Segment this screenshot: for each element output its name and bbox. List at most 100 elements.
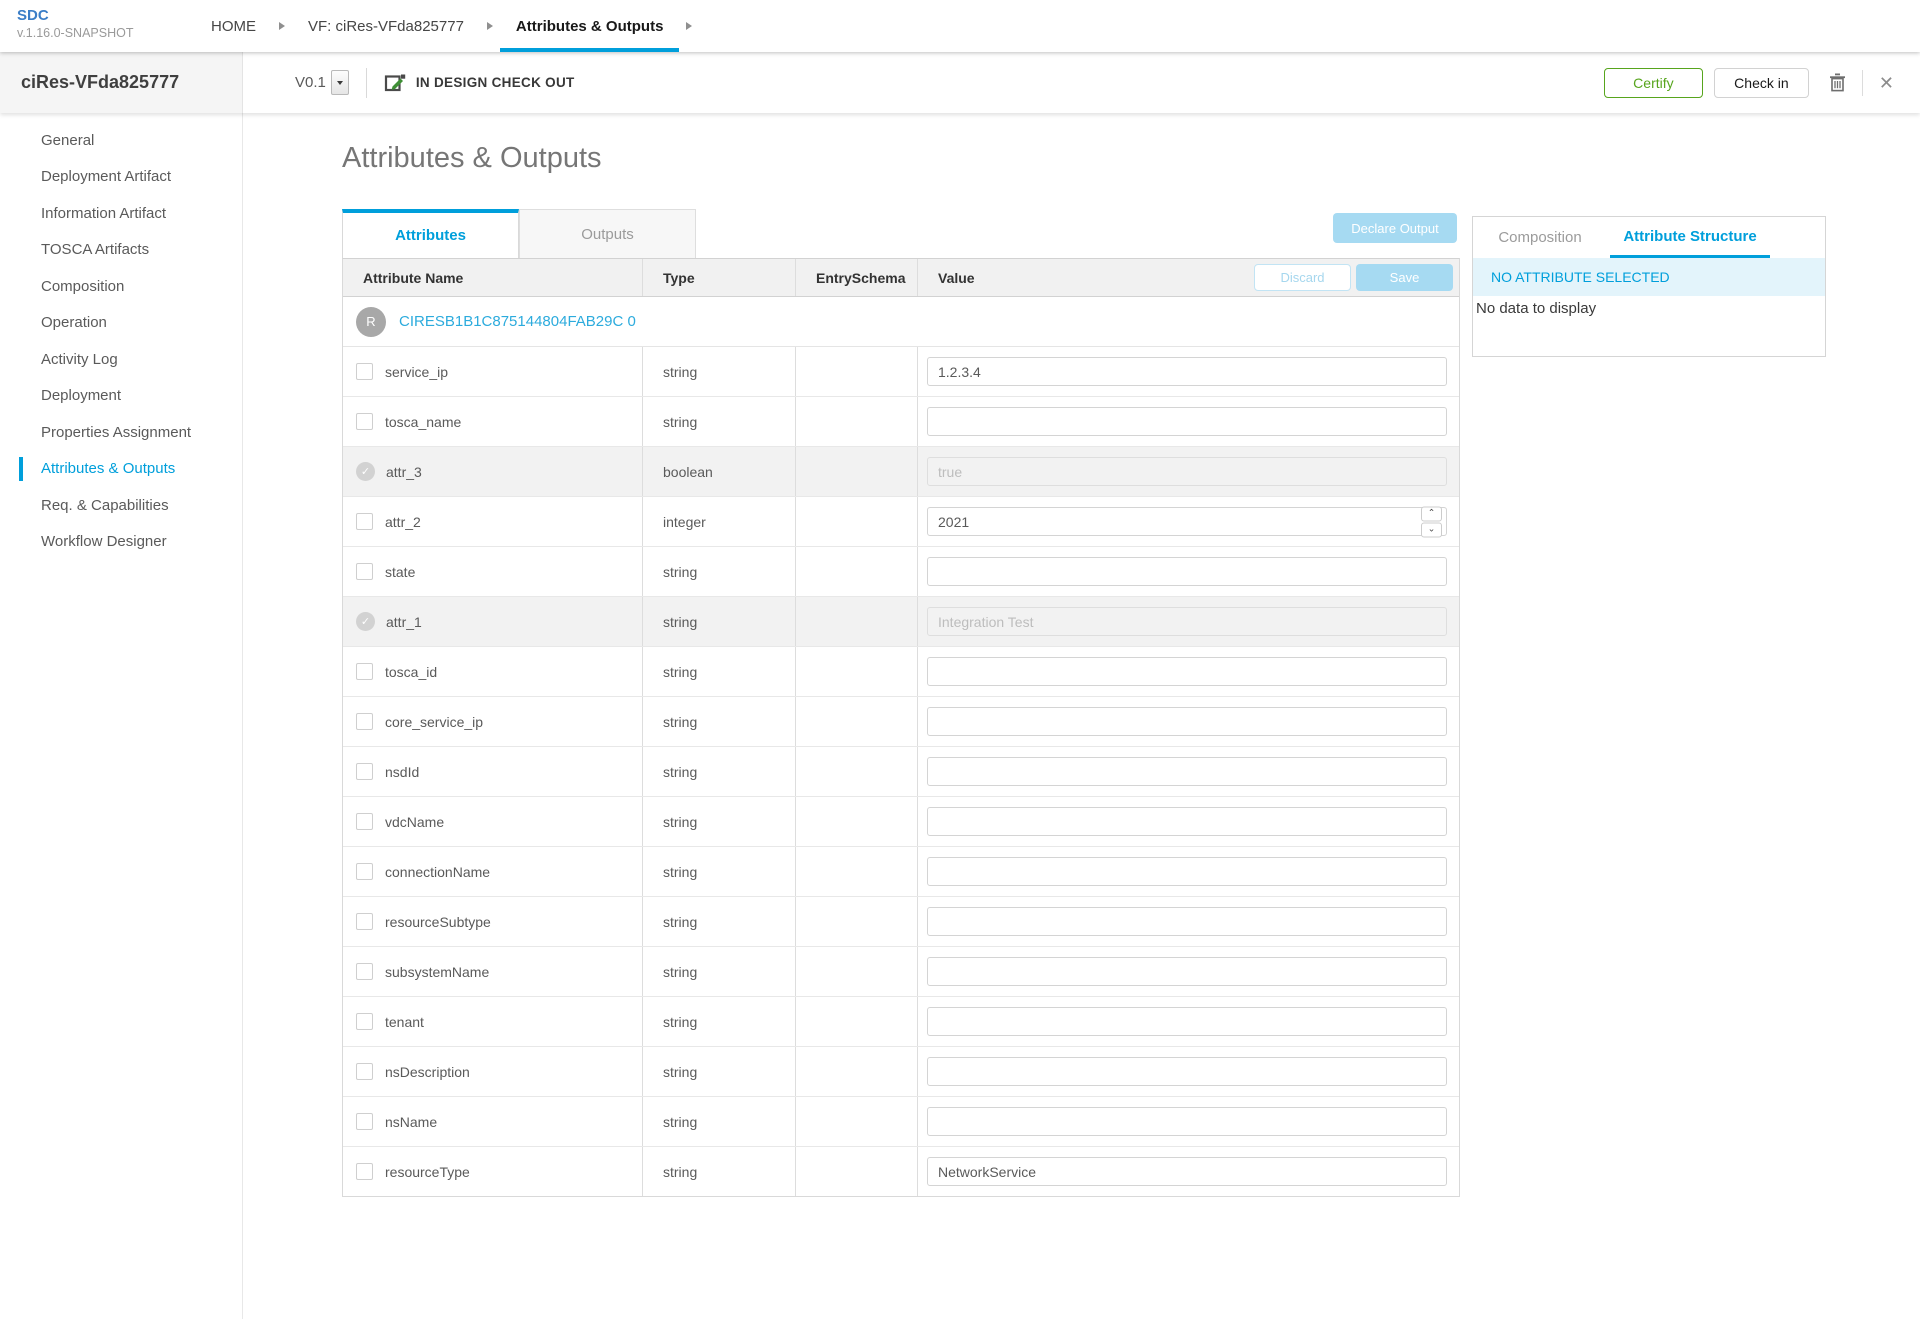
breadcrumb: HOME VF: ciRes-VFda825777 Attributes & O… [195, 0, 699, 52]
breadcrumb-tab-attributes-outputs[interactable]: Attributes & Outputs [500, 0, 680, 52]
row-checkbox[interactable] [356, 663, 373, 680]
row-checkbox[interactable] [356, 1163, 373, 1180]
version-selector[interactable]: V0.1 [295, 70, 349, 95]
sidebar-item-label: General [41, 132, 94, 149]
attribute-row: ✓ service_ip string ⌃⌄ [343, 347, 1459, 397]
sidebar-item-req-capabilities[interactable]: Req. & Capabilities [0, 487, 242, 524]
instance-group-link[interactable]: CIRESB1B1C875144804FAB29C 0 [399, 313, 636, 330]
value-input-wrap: ⌃⌄ [927, 857, 1447, 886]
row-checkbox[interactable] [356, 963, 373, 980]
detail-panel-tab-composition[interactable]: Composition [1492, 217, 1588, 258]
version-dropdown-button[interactable] [331, 70, 349, 95]
avatar: R [356, 307, 386, 337]
attribute-value-input[interactable] [927, 407, 1447, 436]
sidebar-item-label: Composition [41, 278, 124, 295]
attribute-schema-cell [796, 597, 918, 646]
value-input-wrap: ⌃⌄ [927, 1157, 1447, 1186]
attribute-value-cell: ⌃⌄ [918, 1047, 1459, 1096]
attribute-name: service_ip [385, 364, 448, 380]
row-checkbox[interactable] [356, 413, 373, 430]
no-attribute-selected-banner: NO ATTRIBUTE SELECTED [1473, 258, 1825, 296]
breadcrumb-tab-vf-cires-vfda825777[interactable]: VF: ciRes-VFda825777 [292, 0, 480, 52]
row-checkbox[interactable] [356, 1013, 373, 1030]
sidebar-item-attributes-outputs[interactable]: Attributes & Outputs [0, 451, 242, 488]
attribute-value-input[interactable] [927, 907, 1447, 936]
sidebar-item-deployment-artifact[interactable]: Deployment Artifact [0, 159, 242, 196]
declare-output-button[interactable]: Declare Output [1333, 213, 1457, 243]
breadcrumb-tab-home[interactable]: HOME [195, 0, 272, 52]
sidebar-item-label: Deployment [41, 387, 121, 404]
attribute-row: ✓ nsdId string ⌃⌄ [343, 747, 1459, 797]
tab-outputs[interactable]: Outputs [519, 209, 696, 258]
save-button[interactable]: Save [1356, 264, 1453, 291]
attribute-value-input[interactable] [927, 757, 1447, 786]
spinner-down-icon[interactable]: ⌄ [1421, 522, 1442, 537]
row-checkbox[interactable] [356, 713, 373, 730]
attribute-value-input[interactable] [927, 357, 1447, 386]
attribute-name: state [385, 564, 415, 580]
attribute-type: string [663, 814, 697, 830]
attribute-name: tosca_id [385, 664, 437, 680]
row-checkbox[interactable] [356, 363, 373, 380]
tab-attributes[interactable]: Attributes [342, 209, 519, 258]
attribute-value-input[interactable] [927, 1107, 1447, 1136]
sidebar-item-deployment[interactable]: Deployment [0, 378, 242, 415]
sidebar-item-tosca-artifacts[interactable]: TOSCA Artifacts [0, 232, 242, 269]
attribute-value-input[interactable] [927, 1007, 1447, 1036]
attribute-schema-cell [796, 397, 918, 446]
value-input-wrap: ⌃⌄ [927, 1057, 1447, 1086]
sidebar-item-activity-log[interactable]: Activity Log [0, 341, 242, 378]
spinner-up-icon[interactable]: ⌃ [1421, 506, 1442, 521]
attribute-value-input[interactable] [927, 707, 1447, 736]
value-input-wrap: ⌃⌄ [927, 557, 1447, 586]
close-button[interactable]: ✕ [1875, 70, 1898, 96]
certify-button[interactable]: Certify [1604, 68, 1703, 98]
divider [366, 68, 367, 98]
sidebar-item-label: Operation [41, 314, 107, 331]
attribute-value-input[interactable] [927, 807, 1447, 836]
instance-group-row: R CIRESB1B1C875144804FAB29C 0 [343, 297, 1459, 347]
row-checkbox[interactable] [356, 563, 373, 580]
sidebar-item-operation[interactable]: Operation [0, 305, 242, 342]
row-checkbox[interactable] [356, 513, 373, 530]
app-logo[interactable]: SDC v.1.16.0-SNAPSHOT [17, 7, 133, 41]
attribute-type: string [663, 1164, 697, 1180]
sidebar-item-general[interactable]: General [0, 122, 242, 159]
attribute-row: ✓ tenant string ⌃⌄ [343, 997, 1459, 1047]
discard-button[interactable]: Discard [1254, 264, 1351, 291]
attribute-value-input[interactable] [927, 1057, 1447, 1086]
page-title: Attributes & Outputs [342, 142, 602, 175]
attribute-schema-cell [796, 997, 918, 1046]
detail-panel-tab-attribute-structure[interactable]: Attribute Structure [1610, 217, 1770, 258]
attribute-name-cell: ✓ subsystemName [343, 947, 643, 996]
app-logo-text: SDC [17, 7, 133, 26]
row-checkbox[interactable] [356, 1113, 373, 1130]
attribute-value-cell: ⌃⌄ [918, 347, 1459, 396]
row-checkbox[interactable] [356, 763, 373, 780]
attribute-value-input[interactable] [927, 557, 1447, 586]
attribute-type: string [663, 1064, 697, 1080]
attribute-schema-cell [796, 797, 918, 846]
table-column-header: Attribute Name [343, 259, 643, 296]
attribute-schema-cell [796, 847, 918, 896]
row-checkbox[interactable] [356, 913, 373, 930]
check-in-button[interactable]: Check in [1714, 68, 1809, 98]
attribute-value-input[interactable] [927, 1157, 1447, 1186]
attribute-value-input[interactable] [927, 507, 1447, 536]
row-checkbox[interactable] [356, 863, 373, 880]
version-label: V0.1 [295, 74, 326, 91]
attribute-name-cell: ✓ nsName [343, 1097, 643, 1146]
sidebar-item-workflow-designer[interactable]: Workflow Designer [0, 524, 242, 561]
sidebar-item-properties-assignment[interactable]: Properties Assignment [0, 414, 242, 451]
sidebar-item-composition[interactable]: Composition [0, 268, 242, 305]
value-input-wrap: ⌃⌄ [927, 907, 1447, 936]
attribute-value-input[interactable] [927, 657, 1447, 686]
attribute-name-cell: ✓ attr_2 [343, 497, 643, 546]
attribute-value-input[interactable] [927, 857, 1447, 886]
tab-label: Attributes [395, 227, 466, 244]
delete-button[interactable] [1825, 69, 1850, 96]
attribute-value-input[interactable] [927, 957, 1447, 986]
row-checkbox[interactable] [356, 1063, 373, 1080]
sidebar-item-information-artifact[interactable]: Information Artifact [0, 195, 242, 232]
row-checkbox[interactable] [356, 813, 373, 830]
